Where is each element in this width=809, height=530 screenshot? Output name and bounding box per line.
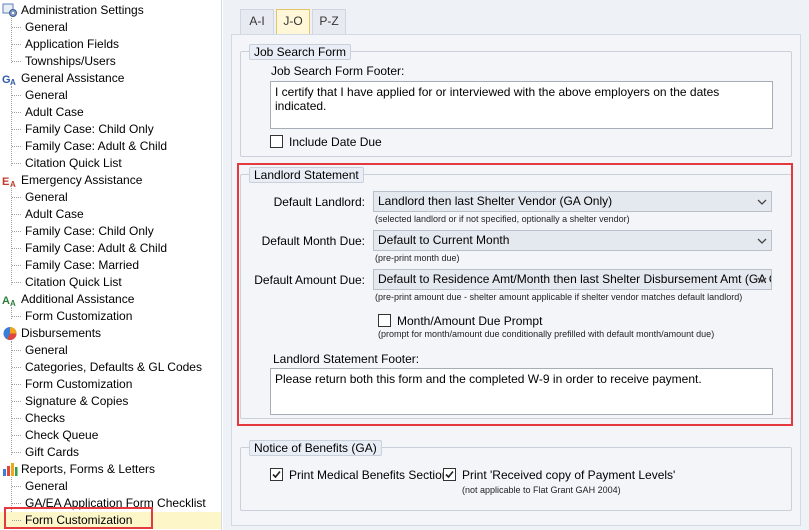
tab-p-z[interactable]: P-Z (312, 9, 346, 34)
tree-item-family-adult-child[interactable]: Family Case: Adult & Child (0, 240, 167, 257)
navigation-tree: Administration Settings General Applicat… (0, 0, 222, 530)
tree-group-label: Disbursements (21, 326, 102, 340)
print-payment-levels-checkbox[interactable] (443, 468, 456, 481)
tree-item-form-customization[interactable]: Form Customization (0, 376, 132, 393)
pie-chart-icon (3, 327, 17, 341)
svg-text:A: A (10, 299, 16, 307)
admin-settings-icon (2, 3, 17, 17)
print-medical-benefits-label: Print Medical Benefits Section (289, 468, 449, 482)
tree-group-administration-settings[interactable]: Administration Settings (0, 2, 144, 19)
tree-item-categories-defaults-gl[interactable]: Categories, Defaults & GL Codes (0, 359, 202, 376)
group-title: Notice of Benefits (GA) (249, 440, 382, 456)
tree-item-general[interactable]: General (0, 342, 68, 359)
notice-of-benefits-group: Notice of Benefits (GA) Print Medical Be… (240, 440, 792, 511)
tree-item-signature-copies[interactable]: Signature & Copies (0, 393, 128, 410)
svg-text:A: A (10, 180, 16, 188)
tree-group-label: Reports, Forms & Letters (21, 462, 156, 476)
highlight-box-selected-item (4, 507, 153, 529)
tree-group-label: Emergency Assistance (21, 173, 143, 187)
tree-item-family-married[interactable]: Family Case: Married (0, 257, 139, 274)
tree-item-gift-cards[interactable]: Gift Cards (0, 444, 79, 461)
tree-group-emergency-assistance[interactable]: E A Emergency Assistance (0, 172, 142, 189)
aa-icon: A A (2, 295, 16, 307)
print-medical-benefits-checkbox[interactable] (270, 468, 283, 481)
ga-icon: G A (2, 74, 16, 86)
tree-group-reports-forms-letters[interactable]: Reports, Forms & Letters (0, 461, 155, 478)
svg-text:A: A (10, 78, 16, 86)
highlight-box-landlord-statement (237, 163, 793, 426)
tree-item-citation-quick-list[interactable]: Citation Quick List (0, 274, 122, 291)
tree-group-disbursements[interactable]: Disbursements (0, 325, 101, 342)
job-search-footer-label: Job Search Form Footer: (271, 64, 405, 78)
print-payment-levels-label: Print 'Received copy of Payment Levels' (462, 468, 676, 482)
group-title: Job Search Form (249, 44, 352, 60)
checkmark-icon (445, 470, 454, 479)
tree-group-label: General Assistance (21, 71, 125, 85)
print-payment-levels-hint: (not applicable to Flat Grant GAH 2004) (462, 485, 621, 495)
tree-item-adult-case[interactable]: Adult Case (0, 104, 84, 121)
tree-item-adult-case[interactable]: Adult Case (0, 206, 84, 223)
include-date-due-checkbox[interactable] (270, 135, 283, 148)
checkmark-icon (272, 470, 281, 479)
tab-a-i[interactable]: A-I (240, 9, 274, 34)
tree-group-general-assistance[interactable]: G A General Assistance (0, 70, 124, 87)
tree-item-citation-quick-list[interactable]: Citation Quick List (0, 155, 122, 172)
tree-group-additional-assistance[interactable]: A A Additional Assistance (0, 291, 134, 308)
tree-item-general[interactable]: General (0, 189, 68, 206)
tab-j-o[interactable]: J-O (276, 9, 310, 34)
tree-item-check-queue[interactable]: Check Queue (0, 427, 98, 444)
svg-text:E: E (2, 176, 9, 188)
svg-text:A: A (2, 295, 10, 307)
tree-group-label: Additional Assistance (21, 292, 135, 306)
tree-item-form-customization[interactable]: Form Customization (0, 308, 132, 325)
tree-item-general[interactable]: General (0, 87, 68, 104)
tree-item-application-fields[interactable]: Application Fields (0, 36, 119, 53)
tree-item-general[interactable]: General (0, 19, 68, 36)
tree-item-checks[interactable]: Checks (0, 410, 65, 427)
job-search-footer-textarea[interactable]: I certify that I have applied for or int… (270, 81, 773, 129)
job-search-group: Job Search Form Job Search Form Footer: … (240, 44, 792, 157)
tree-item-family-adult-child[interactable]: Family Case: Adult & Child (0, 138, 167, 155)
include-date-due-label: Include Date Due (289, 135, 382, 149)
tree-item-townships-users[interactable]: Townships/Users (0, 53, 116, 70)
bar-chart-icon (3, 463, 18, 476)
tree-item-general[interactable]: General (0, 478, 68, 495)
tree-item-family-child-only[interactable]: Family Case: Child Only (0, 223, 154, 240)
tree-item-family-child-only[interactable]: Family Case: Child Only (0, 121, 154, 138)
tree-group-label: Administration Settings (21, 3, 144, 17)
ea-icon: E A (2, 176, 16, 188)
